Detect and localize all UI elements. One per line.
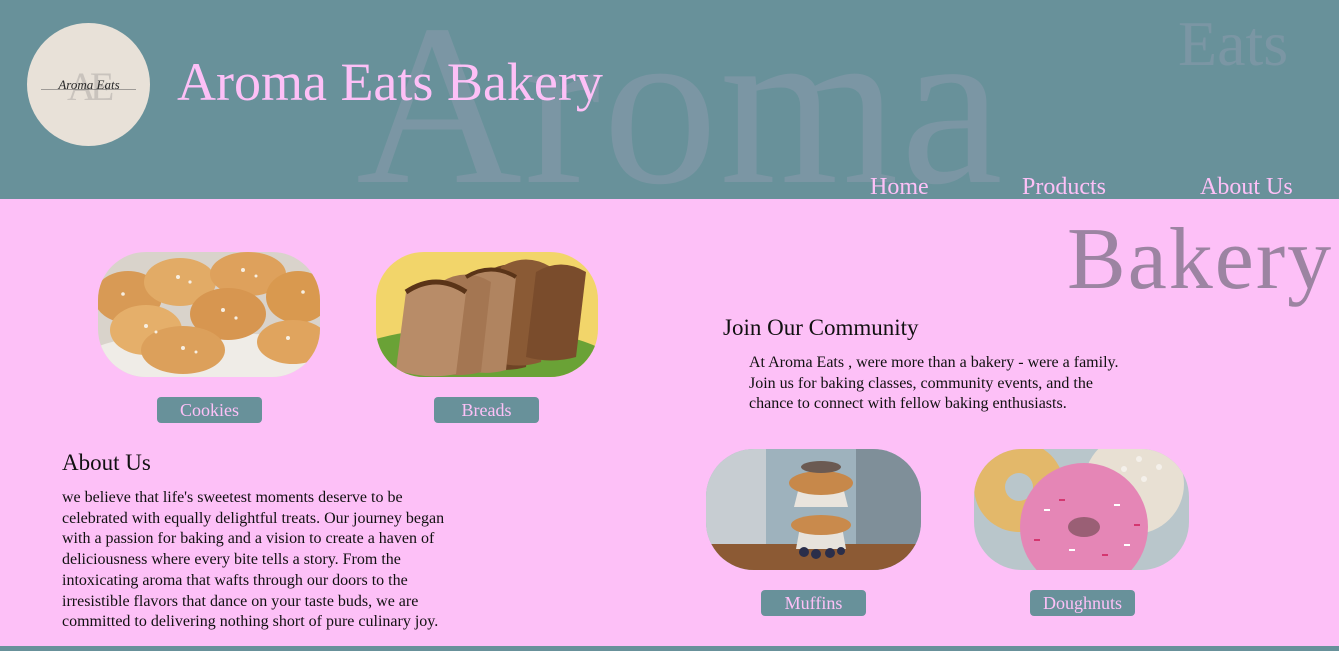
- cookies-image: [98, 252, 320, 377]
- doughnuts-button[interactable]: Doughnuts: [1030, 590, 1135, 616]
- nav-home[interactable]: Home: [870, 175, 929, 199]
- muffins-button[interactable]: Muffins: [761, 590, 866, 616]
- nav-about-us[interactable]: About Us: [1200, 175, 1293, 199]
- muffins-image: [706, 449, 921, 570]
- cookies-button[interactable]: Cookies: [157, 397, 262, 423]
- bakery-watermark: Bakery: [1067, 211, 1334, 308]
- nav-products[interactable]: Products: [1022, 175, 1106, 199]
- site-header: Aroma Eats AE Aroma Eats Aroma Eats Bake…: [0, 0, 1339, 199]
- site-title: Aroma Eats Bakery: [177, 52, 603, 112]
- logo-script-text: Aroma Eats: [58, 77, 120, 92]
- about-text: we believe that life's sweetest moments …: [62, 489, 445, 631]
- breads-button[interactable]: Breads: [434, 397, 539, 423]
- header-watermark-eats: Eats: [1178, 8, 1289, 79]
- doughnuts-image: [974, 449, 1189, 570]
- breads-image: [376, 252, 598, 377]
- main-nav: Home Products About Us: [0, 172, 1339, 199]
- community-text: At Aroma Eats , were more than a bakery …: [749, 354, 1119, 413]
- community-heading: Join Our Community: [723, 315, 919, 340]
- logo[interactable]: AE Aroma Eats: [27, 23, 150, 146]
- about-heading: About Us: [62, 450, 151, 475]
- footer-bar: [0, 646, 1339, 651]
